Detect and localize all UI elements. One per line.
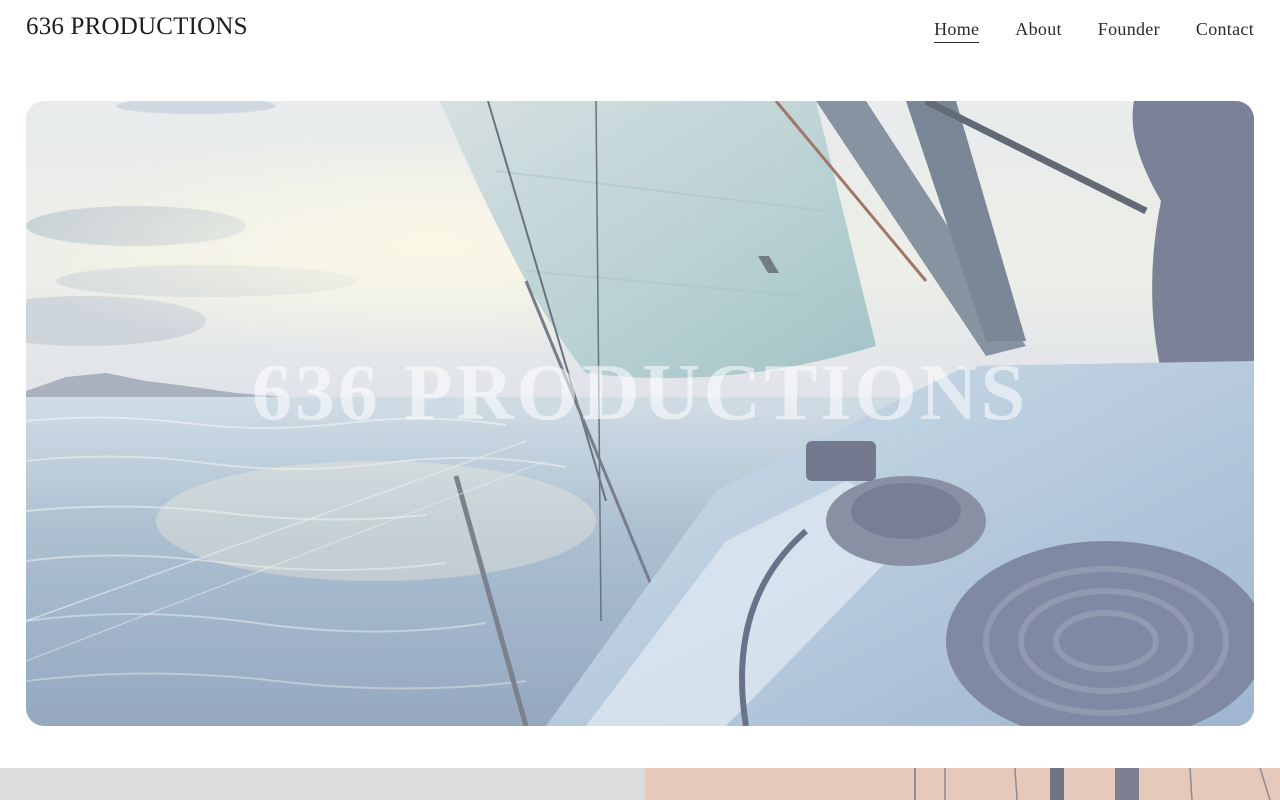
main-nav: Home About Founder Contact bbox=[934, 19, 1254, 43]
hero-title: 636 PRODUCTIONS bbox=[251, 349, 1029, 437]
next-section-preview bbox=[0, 768, 1280, 800]
hero-banner: 636 PRODUCTIONS bbox=[26, 101, 1254, 726]
nav-home[interactable]: Home bbox=[934, 19, 980, 43]
next-section-left-panel bbox=[0, 768, 645, 800]
site-header: 636 PRODUCTIONS Home About Founder Conta… bbox=[0, 0, 1280, 60]
next-section-right-image bbox=[645, 768, 1280, 800]
nav-contact[interactable]: Contact bbox=[1196, 19, 1254, 43]
nav-founder[interactable]: Founder bbox=[1098, 19, 1160, 43]
site-title-link[interactable]: 636 PRODUCTIONS bbox=[26, 13, 248, 41]
sailboat-mast-image bbox=[914, 768, 1271, 800]
nav-about[interactable]: About bbox=[1015, 19, 1062, 43]
